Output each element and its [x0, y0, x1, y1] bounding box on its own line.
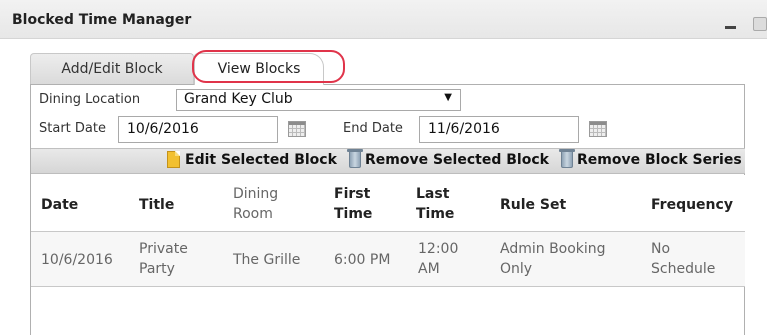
end-date-input[interactable]: 11/6/2016 [419, 116, 579, 143]
remove-selected-block-label: Remove Selected Block [365, 152, 549, 168]
cell-title-line2: Party [139, 261, 175, 277]
tab-view-blocks[interactable]: View Blocks [194, 53, 324, 85]
tab-add-edit-block[interactable]: Add/Edit Block [30, 53, 194, 85]
dining-location-select[interactable]: Grand Key Club ▼ [176, 89, 461, 111]
trash-icon [347, 149, 363, 168]
remove-block-series-label: Remove Block Series [577, 152, 742, 168]
edit-selected-block-label: Edit Selected Block [185, 152, 337, 168]
table-row[interactable]: 10/6/2016 Private Party The Grille 6:00 … [31, 232, 745, 287]
cell-frequency-line1: No [651, 241, 671, 257]
start-date-label: Start Date [39, 121, 106, 136]
end-date-label: End Date [343, 121, 403, 136]
maximize-icon[interactable] [753, 17, 767, 31]
blocks-toolbar: Edit Selected Block Remove Selected Bloc… [31, 148, 745, 174]
window-titlebar: Blocked Time Manager [0, 0, 767, 39]
window-title: Blocked Time Manager [12, 12, 192, 28]
tab-view-blocks-label: View Blocks [217, 61, 301, 77]
tab-add-edit-block-label: Add/Edit Block [61, 61, 163, 77]
end-date-value: 11/6/2016 [428, 121, 500, 137]
cell-last-time-line1: 12:00 [418, 241, 459, 257]
cell-rule-set-line1: Admin Booking [500, 241, 606, 257]
column-header-first-time-line1: First [334, 186, 371, 202]
column-header-first-time[interactable]: First Time [334, 184, 372, 224]
end-date-calendar-icon[interactable] [589, 121, 607, 137]
table-header: Date Title Dining Room First Time Last T… [31, 175, 745, 232]
cell-last-time-line2: AM [418, 261, 440, 277]
column-header-date[interactable]: Date [41, 195, 78, 215]
start-date-calendar-icon[interactable] [288, 121, 306, 137]
column-header-dining-room[interactable]: Dining Room [233, 184, 278, 224]
column-header-last-time[interactable]: Last Time [416, 184, 454, 224]
dropdown-arrow-icon: ▼ [444, 92, 452, 103]
cell-rule-set-line2: Only [500, 261, 533, 277]
column-header-last-time-line2: Time [416, 206, 455, 222]
column-header-last-time-line1: Last [416, 186, 450, 202]
cell-dining-room: The Grille [233, 252, 301, 268]
trash-icon [559, 149, 575, 168]
document-icon [167, 151, 180, 168]
column-header-dining-room-line1: Dining [233, 186, 279, 202]
start-date-value: 10/6/2016 [127, 121, 199, 137]
cell-title-line1: Private [139, 241, 188, 257]
dining-location-value: Grand Key Club [184, 91, 293, 107]
cell-first-time: 6:00 PM [334, 252, 391, 268]
dining-location-label: Dining Location [39, 92, 141, 107]
cell-frequency-line2: Schedule [651, 261, 716, 277]
cell-date: 10/6/2016 [41, 252, 113, 268]
cell-frequency: No Schedule [651, 239, 715, 279]
column-header-rule-set[interactable]: Rule Set [500, 195, 566, 215]
cell-rule-set: Admin Booking Only [500, 239, 606, 279]
cell-title: Private Party [139, 239, 188, 279]
column-header-first-time-line2: Time [334, 206, 373, 222]
minimize-icon[interactable] [725, 26, 736, 29]
column-header-dining-room-line2: Room [233, 206, 273, 222]
start-date-input[interactable]: 10/6/2016 [118, 116, 278, 143]
cell-last-time: 12:00 AM [418, 239, 458, 279]
column-header-title[interactable]: Title [139, 195, 174, 215]
column-header-frequency[interactable]: Frequency [651, 195, 733, 215]
